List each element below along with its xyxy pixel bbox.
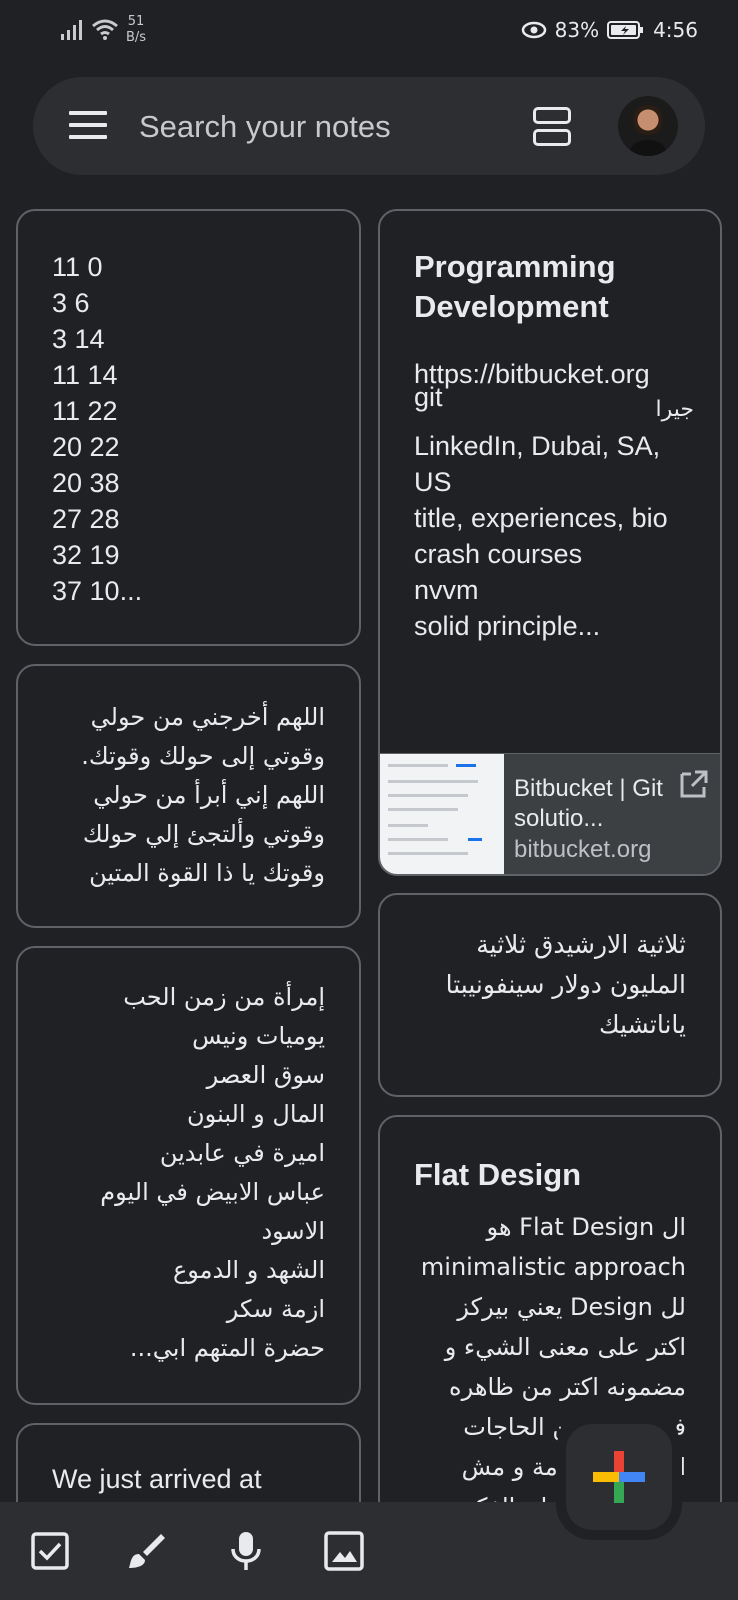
network-speed: 51 B/s	[126, 14, 146, 46]
note-body: 11 0 3 6 3 14 11 14 11 22 20 22 20 38 27…	[52, 252, 143, 606]
image-icon[interactable]	[323, 1530, 365, 1572]
note-body: اللهم أخرجني من حولي وقوتي إلى حولك وقوت…	[81, 703, 325, 887]
note-body: إمرأة من زمن الحب يوميات ونيس سوق العصر …	[100, 983, 325, 1362]
signal-icon	[61, 20, 82, 40]
link-thumbnail	[380, 754, 504, 874]
status-right: 83% 4:56	[521, 18, 698, 42]
search-bar[interactable]	[33, 77, 705, 175]
brush-icon[interactable]	[125, 1530, 167, 1572]
note-card-prayer[interactable]: اللهم أخرجني من حولي وقوتي إلى حولك وقوت…	[16, 664, 361, 928]
avatar[interactable]	[618, 96, 678, 156]
note-body: We just arrived at	[52, 1464, 262, 1494]
hamburger-menu-icon[interactable]	[69, 111, 107, 141]
note-line: crash courses	[414, 539, 583, 569]
list-view-icon[interactable]	[533, 107, 571, 147]
note-card-trilogy[interactable]: ثلاثية الارشيدق ثلاثية المليون دولار سين…	[378, 893, 722, 1097]
eye-comfort-icon	[521, 21, 546, 39]
note-title: Programming Development	[414, 249, 616, 324]
note-body-full: https://bitbucket.org جيرا LinkedIn, Dub…	[414, 356, 694, 644]
checkbox-icon[interactable]	[29, 1530, 71, 1572]
search-input[interactable]	[137, 101, 501, 153]
network-speed-unit: B/s	[126, 30, 147, 45]
battery-charging-icon	[607, 21, 644, 39]
note-line: nvvm	[414, 575, 479, 605]
note-card-programming[interactable]: Programming Development git https://bitb…	[378, 209, 722, 876]
link-preview[interactable]: Bitbucket | Git solutio... bitbucket.org	[380, 753, 720, 874]
status-left: 51 B/s	[60, 14, 146, 46]
note-line: title, experiences, bio	[414, 503, 668, 533]
network-speed-value: 51	[127, 14, 145, 29]
status-bar: 51 B/s 83% 4:56	[0, 0, 738, 66]
note-line: LinkedIn, Dubai, SA, US	[414, 431, 661, 497]
new-note-fab[interactable]	[566, 1424, 672, 1530]
wifi-icon	[92, 19, 118, 40]
open-in-new-icon[interactable]	[678, 768, 710, 800]
clock: 4:56	[653, 18, 698, 42]
link-domain: bitbucket.org	[514, 836, 652, 863]
link-title: Bitbucket | Git solutio...	[514, 775, 663, 832]
note-card-numbers[interactable]: 11 0 3 6 3 14 11 14 11 22 20 22 20 38 27…	[16, 209, 361, 646]
note-line-rtl: جيرا	[655, 397, 695, 422]
note-line: solid principle...	[414, 611, 601, 641]
battery-percent: 83%	[554, 18, 600, 42]
microphone-icon[interactable]	[225, 1530, 267, 1572]
note-title: Flat Design	[414, 1157, 582, 1192]
note-card-series[interactable]: إمرأة من زمن الحب يوميات ونيس سوق العصر …	[16, 946, 361, 1405]
note-line: https://bitbucket.org	[414, 359, 650, 389]
note-body: ثلاثية الارشيدق ثلاثية المليون دولار سين…	[445, 930, 686, 1039]
